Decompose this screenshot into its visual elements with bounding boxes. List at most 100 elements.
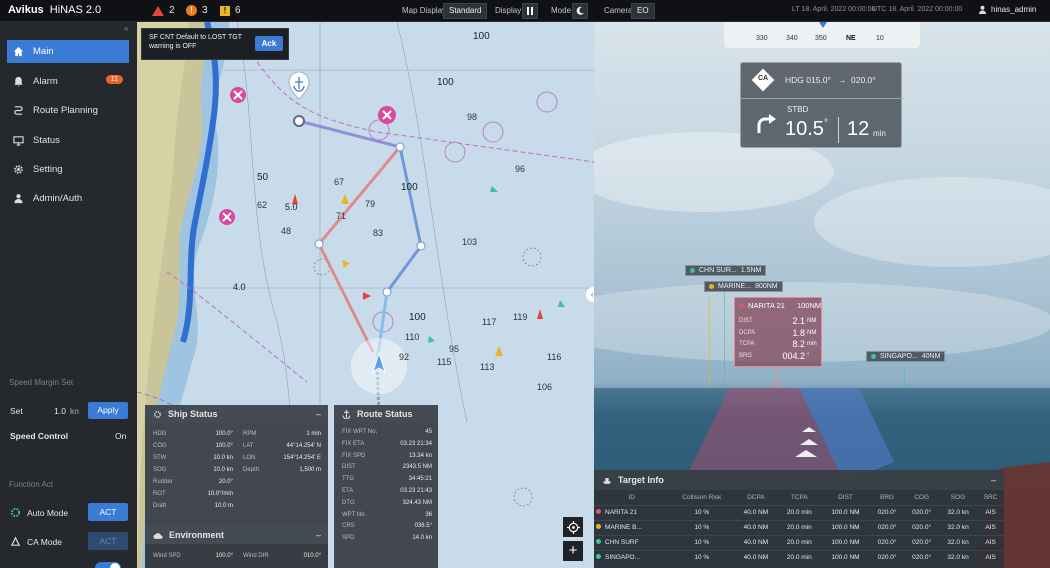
table-row[interactable]: NARITA 21 10 % 40.0 NM 20.0 min 100.0 NM 020.…	[594, 504, 1004, 520]
target-dot	[690, 268, 695, 273]
route-field-label: WPT No.	[342, 511, 367, 518]
depth-label: 100	[409, 312, 426, 323]
cloud-icon	[153, 532, 163, 539]
ship-status-header: Ship Status –	[145, 405, 328, 423]
column-header[interactable]: DIST	[821, 490, 870, 505]
depth-label: 83	[373, 228, 384, 238]
depth-label: 92	[399, 352, 410, 362]
sidebar-item-route-planning[interactable]: Route Planning	[7, 99, 129, 122]
speed-margin-input[interactable]: 1.0	[50, 406, 66, 416]
target-cell: 20.0 min	[777, 519, 822, 535]
ca-mode-act-button[interactable]: ACT	[88, 532, 128, 550]
sidebar-item-admin-auth[interactable]: Admin/Auth	[7, 187, 129, 210]
display-pause-button[interactable]	[522, 3, 538, 19]
minimize-icon[interactable]: –	[991, 475, 996, 485]
function-act-title: Function Act	[9, 480, 54, 489]
toggle-switch[interactable]	[95, 562, 121, 568]
speed-margin-title: Speed Margin Set	[9, 378, 74, 387]
utc-time: UTC 18. April. 2022 00:00:00	[872, 6, 963, 13]
target-cell: AIS	[977, 549, 1004, 565]
depth-label: 79	[365, 199, 376, 209]
target-cell: 20.0 min	[777, 549, 822, 565]
sidebar-item-main[interactable]: Main	[7, 40, 129, 63]
sidebar-item-alarm[interactable]: Alarm 11	[7, 70, 129, 93]
night-mode-button[interactable]	[572, 3, 588, 19]
column-header[interactable]: SOG	[939, 490, 977, 505]
locate-ship-button[interactable]	[563, 517, 583, 537]
depth-label: 117	[482, 317, 497, 327]
route-field-value: 036.5°	[414, 523, 432, 530]
depth-label: 100	[437, 77, 454, 88]
target-cell: 020.0°	[869, 504, 905, 520]
ca-mode-label: CA Mode	[27, 537, 62, 547]
target-tag[interactable]: MARINE... 800NM	[704, 281, 783, 292]
route-field-label: ETA	[342, 488, 354, 494]
column-header[interactable]: DCPA	[734, 490, 777, 505]
turn-direction: STBD	[787, 105, 809, 114]
depth-label: 103	[462, 237, 478, 247]
target-cell: 020.0°	[904, 549, 939, 565]
table-row[interactable]: CHN SURF 10 % 40.0 NM 20.0 min 100.0 NM 020.0…	[594, 534, 1004, 550]
user-menu[interactable]: hinas_admin	[978, 5, 1036, 14]
map-display-select[interactable]: Standard	[443, 3, 488, 19]
compass-tick: 350	[815, 35, 827, 42]
column-header[interactable]: BRG	[870, 490, 905, 505]
column-header[interactable]: SRC	[977, 490, 1004, 505]
sidebar-item-status[interactable]: Status	[7, 129, 129, 152]
target-detail-card[interactable]: NARITA 21 100NM DIST 2.1 NM DCPA 1.8 NM TCPA 8.2…	[734, 297, 822, 367]
target-tag[interactable]: SINGAPO... 40NM	[866, 351, 946, 362]
target-cell: 100.0 NM	[821, 549, 870, 565]
column-header[interactable]: ID	[594, 490, 669, 505]
column-header[interactable]: TCPA	[777, 490, 821, 505]
alert-yellow[interactable]: ! 6	[220, 5, 241, 16]
alert-orange[interactable]: ! 3	[186, 5, 208, 16]
apply-button[interactable]: Apply	[88, 402, 128, 419]
display-label: Display	[495, 6, 522, 15]
mode-label: Mode	[551, 6, 572, 15]
ship-field-value: 100.0°	[215, 431, 233, 437]
target-cell: 32.0 kn	[938, 519, 978, 535]
ship-field-value: 10.0 m	[214, 503, 233, 509]
column-header[interactable]: COG	[904, 490, 939, 505]
ack-button[interactable]: Ack	[255, 36, 283, 51]
auto-mode-act-button[interactable]: ACT	[88, 503, 128, 521]
wind-dir-value: 010.0°	[303, 553, 321, 559]
target-cell: 020.0°	[869, 519, 905, 535]
route-field-label: FIX ETA	[342, 440, 365, 447]
route-status-panel: Route Status FIX WPT No. 45 FIX ETA 03.23 2…	[334, 405, 438, 568]
route-field-label: CRS	[342, 523, 355, 530]
target-cell: 020.0°	[869, 549, 905, 565]
monitor-icon	[13, 136, 24, 146]
compass-tick: 10	[876, 35, 884, 42]
target-tag[interactable]: CHN SUR... 1.5NM	[685, 265, 767, 276]
turn-right-icon	[757, 114, 776, 133]
target-id: MARINE B...	[605, 524, 642, 531]
alert-red[interactable]: 2	[152, 5, 175, 16]
sidebar-item-setting[interactable]: Setting	[7, 158, 129, 181]
zoom-in-button[interactable]: +	[563, 541, 583, 561]
depth-label: 110	[405, 332, 420, 342]
camera-select[interactable]: EO	[631, 3, 655, 19]
minimize-icon[interactable]: –	[316, 530, 321, 540]
route-field-value: 03.23 21:34	[400, 440, 432, 447]
column-header[interactable]: Collision Risk	[669, 490, 734, 505]
target-cell: 020.0°	[904, 504, 939, 520]
table-row[interactable]: SINGAPO... 10 % 40.0 NM 20.0 min 100.0 NM 020…	[594, 549, 1004, 565]
depth-label: 67	[334, 177, 345, 187]
caution-circle-icon: !	[186, 5, 197, 16]
speed-margin-set-label: Set	[10, 406, 23, 416]
minimize-icon[interactable]: –	[316, 409, 321, 419]
collapse-sidebar-icon[interactable]: «	[124, 24, 128, 33]
target-detail-label: TCPA	[739, 341, 755, 347]
camera-view[interactable]: 330 340 350 NE 10 CA HDG 015.0° → 020.0°…	[594, 22, 1050, 568]
ship-field-label: LON	[243, 455, 256, 461]
pause-icon	[527, 7, 533, 15]
camera-label: Camera	[604, 6, 633, 15]
table-row[interactable]: MARINE B... 10 % 40.0 NM 20.0 min 100.0 NM 02…	[594, 519, 1004, 535]
depth-label: 96	[515, 164, 526, 174]
map-display-label: Map Display	[402, 6, 447, 15]
target-cell: 10 %	[669, 519, 735, 535]
minutes-unit: min	[873, 129, 886, 138]
nautical-chart[interactable]: 100 100 100 98 96 67 71 79 83 103 62 48 …	[137, 22, 594, 568]
notice-popup: SF CNT Default to LOST TGT warning is OF…	[141, 28, 289, 60]
